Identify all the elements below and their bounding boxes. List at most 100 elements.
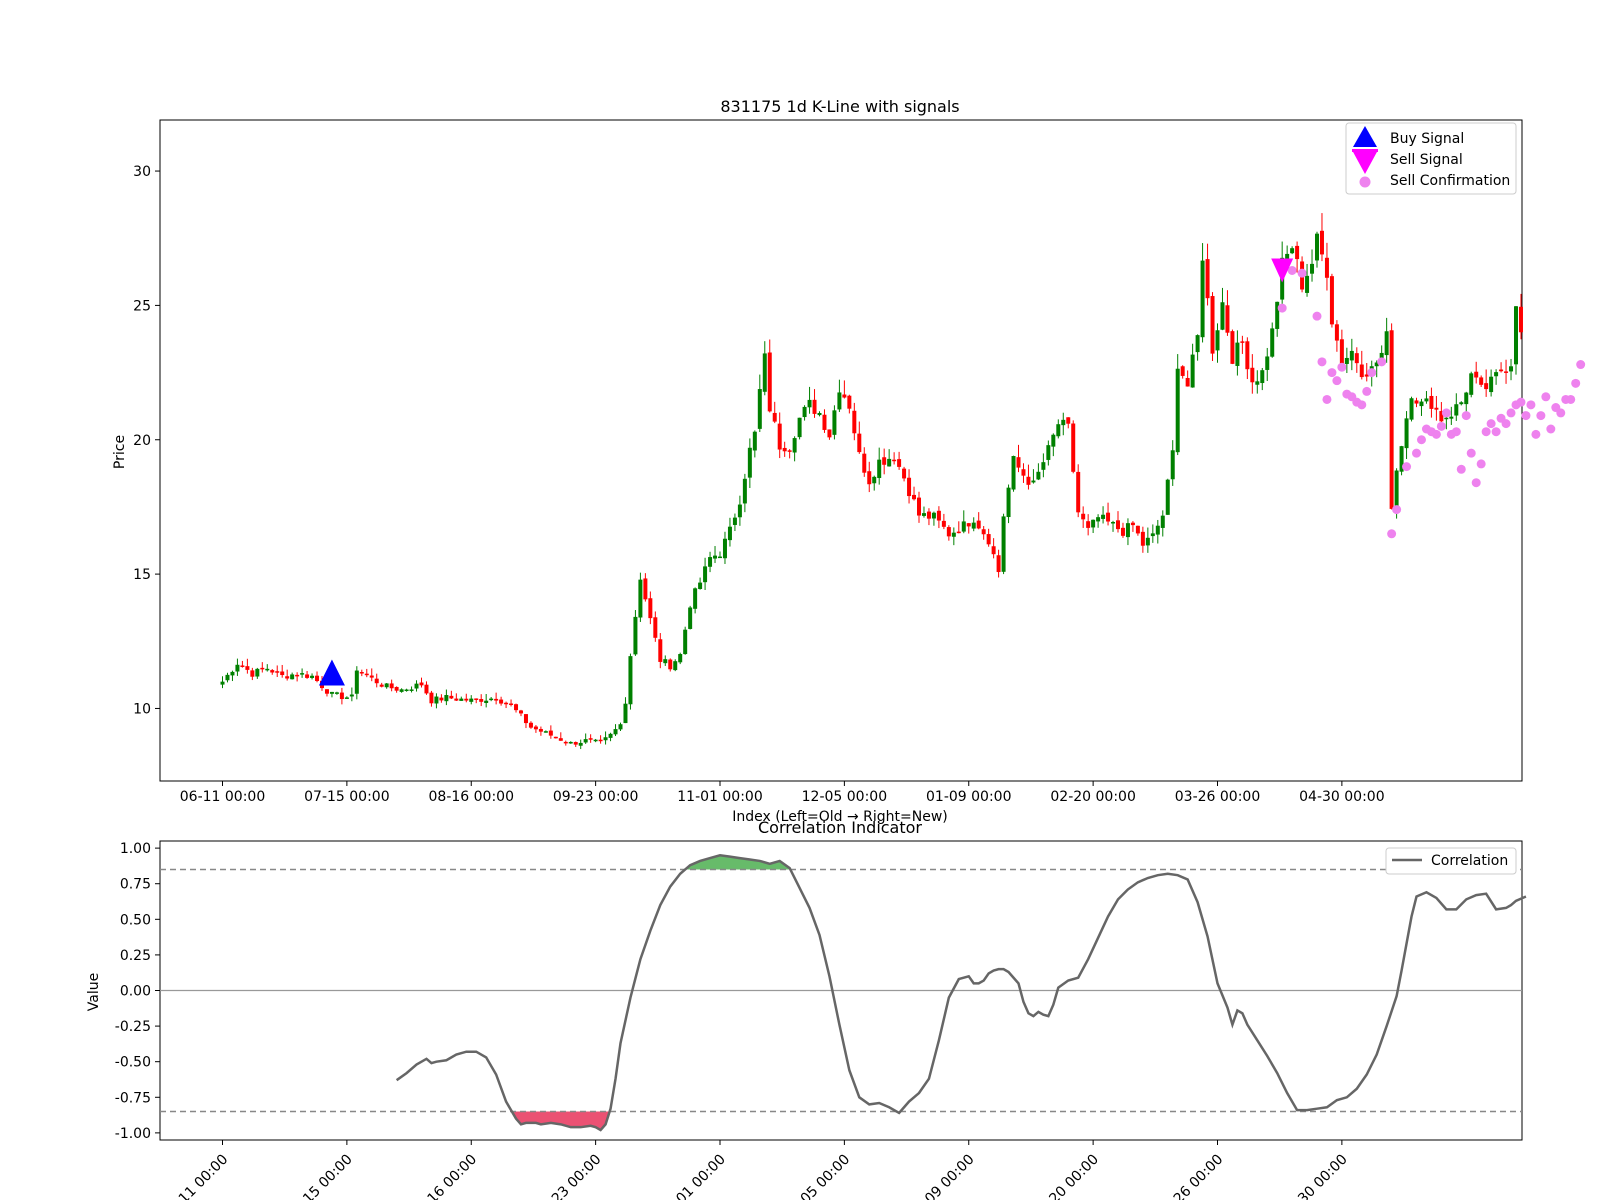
candle-body	[1419, 401, 1424, 407]
sell-confirmation-dot	[1571, 378, 1581, 388]
candle-body	[718, 556, 722, 559]
candle-body	[578, 742, 583, 746]
correlation-x-tick-label: 02-20 00:00	[1030, 1152, 1102, 1200]
candle-body	[1041, 462, 1046, 470]
candle-body	[812, 399, 817, 414]
candle-body	[1384, 331, 1389, 356]
kline-ylabel: Price	[112, 435, 128, 469]
candle-body	[434, 696, 439, 704]
sell-confirmation-dot	[1392, 505, 1402, 515]
candle-body	[917, 497, 921, 516]
kline-x-tick-label: 11-01 00:00	[677, 789, 762, 805]
candle-body	[310, 675, 315, 678]
candle-body	[1135, 525, 1140, 534]
sell-confirmation-dot	[1516, 397, 1526, 407]
candle-body	[1215, 330, 1220, 351]
candle-body	[827, 429, 832, 438]
candle-body	[364, 673, 369, 676]
correlation-x-tick-label: 04-30 00:00	[1279, 1152, 1351, 1200]
candle-body	[1160, 515, 1165, 528]
correlation-x-tick-label: 01-09 00:00	[906, 1152, 978, 1200]
correlation-x-tick-label: 06-11 00:00	[160, 1152, 232, 1200]
candle-body	[1349, 350, 1354, 361]
candle-body	[1066, 417, 1071, 424]
candle-body	[1235, 342, 1240, 366]
candle-body	[409, 689, 414, 691]
candle-body	[1175, 368, 1180, 453]
candle-body	[981, 529, 986, 535]
sell-confirmation-dot	[1531, 429, 1541, 439]
correlation-y-tick-label: -0.25	[115, 1019, 151, 1035]
candle-body	[663, 659, 668, 664]
candle-body	[628, 656, 633, 705]
correlation-y-tick-label: 1.00	[120, 841, 151, 857]
candle-body	[1509, 366, 1514, 372]
candle-body	[1270, 328, 1275, 357]
candle-body	[787, 450, 792, 452]
candle-body	[892, 459, 897, 462]
candle-body	[240, 665, 245, 667]
candle-body	[1424, 398, 1429, 402]
sell-confirmation-dot	[1501, 419, 1511, 429]
sell-confirmation-dot	[1466, 448, 1476, 458]
candle-body	[961, 521, 966, 532]
candle-body	[444, 695, 449, 702]
candle-body	[693, 588, 698, 609]
candle-body	[668, 659, 673, 670]
candle-body	[1295, 245, 1300, 260]
sell-confirmation-dot	[1402, 462, 1412, 472]
candle-body	[797, 417, 802, 438]
candle-body	[643, 578, 648, 600]
candle-body	[1091, 519, 1096, 528]
candle-body	[1081, 513, 1086, 520]
candle-body	[722, 538, 727, 559]
candle-body	[573, 742, 578, 745]
candle-body	[1011, 456, 1016, 490]
candle-body	[603, 737, 608, 741]
correlation-y-tick-label: -0.50	[115, 1055, 151, 1071]
candle-body	[449, 695, 454, 699]
candle-body	[1116, 520, 1120, 530]
correlation-x-tick-label: 08-16 00:00	[408, 1152, 480, 1200]
kline-x-tick-label: 06-11 00:00	[180, 789, 265, 805]
candle-body	[926, 511, 931, 519]
candle-body	[1504, 371, 1509, 373]
candle-body	[742, 478, 747, 504]
candle-body	[1125, 523, 1130, 538]
candle-body	[1180, 366, 1185, 376]
sell-confirmation-dot	[1277, 303, 1287, 313]
candle-body	[1150, 533, 1155, 537]
candle-body	[1518, 306, 1523, 333]
candle-body	[618, 724, 623, 730]
candle-body	[295, 674, 300, 677]
correlation-x-tick-label: 09-23 00:00	[533, 1152, 605, 1200]
candle-body	[688, 607, 693, 629]
candle-body	[1046, 445, 1051, 460]
candle-body	[509, 703, 514, 705]
candle-body	[280, 671, 285, 676]
candle-body	[1359, 364, 1364, 378]
candle-body	[822, 414, 827, 430]
candle-body	[1185, 377, 1190, 387]
kline-y-tick-label: 30	[133, 164, 151, 180]
sell-confirmation-dot	[1332, 376, 1342, 386]
candle-body	[802, 406, 807, 418]
candle-body	[986, 534, 991, 545]
candle-body	[703, 566, 708, 583]
candle-body	[1260, 370, 1265, 384]
sell-confirmation-dot	[1521, 411, 1531, 421]
sell-confirmation-dot	[1367, 368, 1377, 378]
candle-body	[270, 670, 275, 673]
candle-body	[683, 629, 688, 655]
candle-body	[235, 664, 240, 672]
candle-body	[956, 531, 961, 534]
candle-body	[1459, 402, 1464, 405]
candle-body	[1404, 418, 1409, 449]
sell-confirmation-dot	[1526, 400, 1536, 410]
candle-body	[300, 673, 305, 675]
candle-body	[658, 639, 663, 662]
candle-body	[991, 546, 996, 555]
candle-body	[976, 520, 981, 529]
correlation-x-tick-label: 11-01 00:00	[657, 1152, 729, 1200]
candle-body	[1225, 305, 1230, 333]
